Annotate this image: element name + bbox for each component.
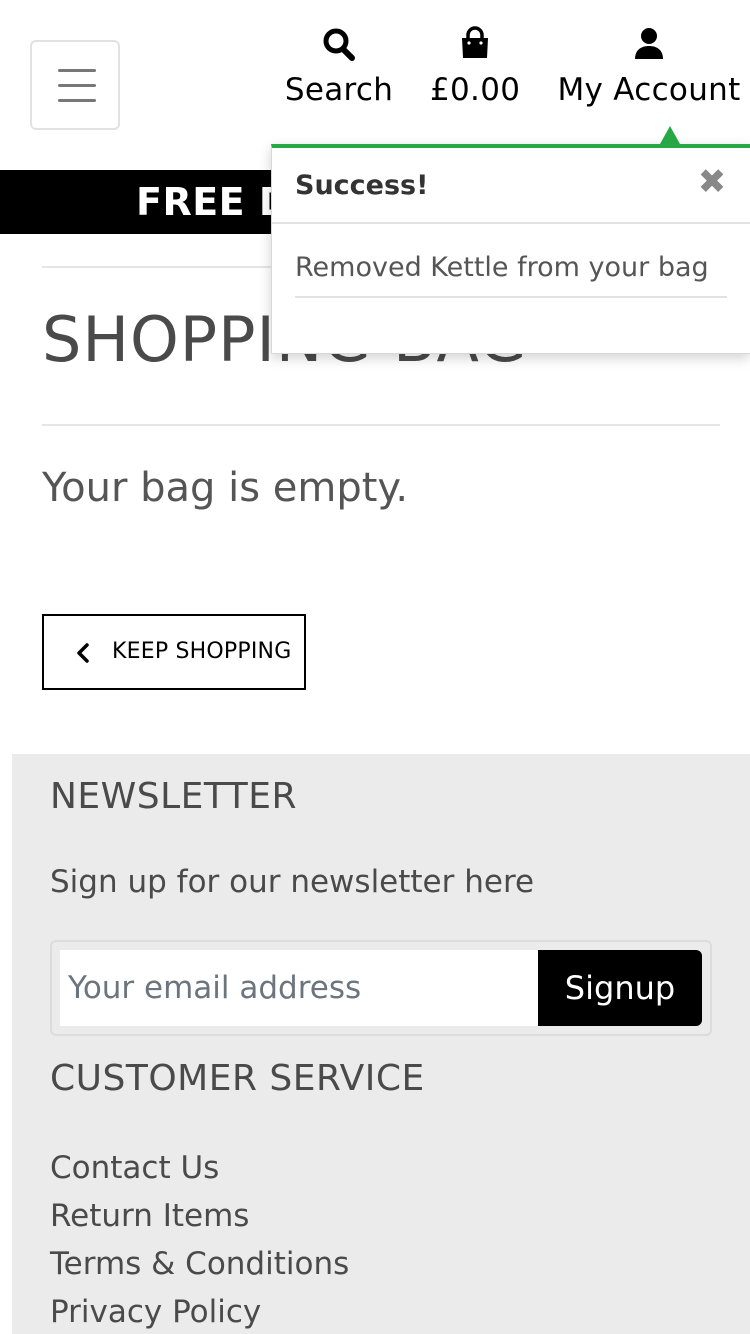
- return-items-link[interactable]: Return Items: [50, 1192, 349, 1240]
- privacy-policy-link[interactable]: Privacy Policy: [50, 1288, 349, 1334]
- toast-arrow: [660, 126, 680, 144]
- toast-title: Success!: [295, 170, 429, 201]
- user-icon: [635, 28, 663, 59]
- shopping-bag-nav-link[interactable]: £0.00: [430, 24, 520, 116]
- customer-service-links: Contact Us Return Items Terms & Conditio…: [50, 1144, 349, 1334]
- menu-icon-bar: [58, 99, 96, 102]
- divider: [42, 424, 720, 426]
- keep-shopping-button[interactable]: KEEP SHOPPING: [42, 614, 306, 690]
- menu-toggle-button[interactable]: [30, 40, 120, 130]
- keep-shopping-label: KEEP SHOPPING: [112, 639, 292, 664]
- shopping-bag-icon: [462, 26, 488, 58]
- signup-button[interactable]: Signup: [538, 950, 702, 1026]
- account-label: My Account: [557, 72, 741, 108]
- email-field[interactable]: [60, 950, 540, 1026]
- newsletter-form: Signup: [50, 940, 712, 1036]
- menu-icon-bar: [58, 84, 96, 87]
- toast-divider: [272, 222, 750, 224]
- bag-total: £0.00: [430, 72, 521, 108]
- search-icon: [323, 28, 355, 61]
- customer-service-heading: CUSTOMER SERVICE: [50, 1058, 425, 1099]
- newsletter-heading: NEWSLETTER: [50, 776, 298, 817]
- contact-us-link[interactable]: Contact Us: [50, 1144, 349, 1192]
- newsletter-text: Sign up for our newsletter here: [50, 864, 535, 900]
- menu-icon-bar: [58, 69, 96, 72]
- close-icon[interactable]: ✖: [696, 162, 728, 202]
- site-footer: NEWSLETTER Sign up for our newsletter he…: [12, 754, 750, 1334]
- toast-divider: [295, 296, 727, 298]
- search-nav-link[interactable]: Search: [282, 24, 396, 116]
- empty-bag-message: Your bag is empty.: [42, 465, 409, 511]
- search-label: Search: [284, 72, 394, 108]
- my-account-nav-link[interactable]: My Account: [552, 24, 746, 116]
- chevron-left-icon: [77, 643, 89, 663]
- success-toast: Success! ✖ Removed Kettle from your bag: [271, 126, 750, 354]
- terms-conditions-link[interactable]: Terms & Conditions: [50, 1240, 349, 1288]
- toast-message: Removed Kettle from your bag: [295, 252, 709, 283]
